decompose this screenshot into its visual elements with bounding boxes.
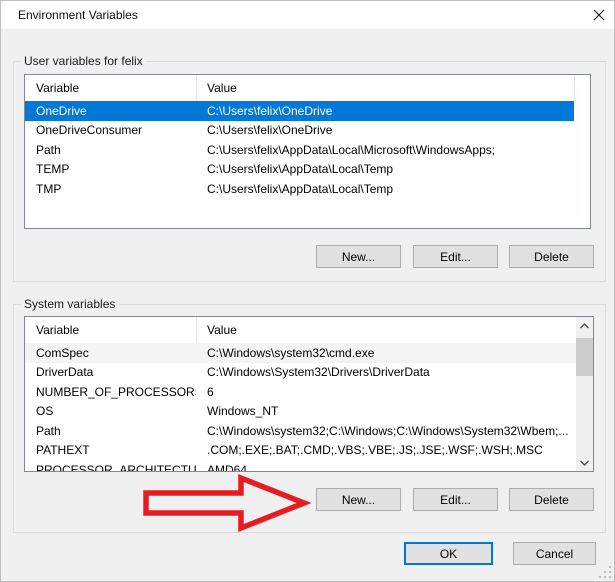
system-table-body: ComSpec C:\Windows\system32\cmd.exe Driv… (25, 343, 593, 472)
table-row[interactable]: DriverData C:\Windows\System32\Drivers\D… (25, 363, 578, 383)
table-row[interactable]: PROCESSOR_ARCHITECTURE AMD64 (25, 460, 578, 472)
variable-cell: PROCESSOR_ARCHITECTURE (25, 463, 196, 472)
close-icon (593, 9, 605, 21)
variable-cell: DriverData (25, 365, 196, 379)
table-row[interactable]: Path C:\Windows\system32;C:\Windows;C:\W… (25, 421, 578, 441)
chevron-down-icon (579, 459, 590, 467)
table-row[interactable]: Path C:\Users\felix\AppData\Local\Micros… (25, 140, 590, 160)
scrollbar-thumb[interactable] (576, 338, 593, 376)
table-row[interactable]: OS Windows_NT (25, 402, 578, 422)
column-divider[interactable] (574, 75, 575, 101)
table-row[interactable]: NUMBER_OF_PROCESSORS 6 (25, 382, 578, 402)
value-cell: C:\Users\felix\AppData\Local\Microsoft\W… (196, 143, 590, 157)
value-cell: C:\Windows\system32\cmd.exe (196, 346, 578, 360)
value-cell: C:\Users\felix\OneDrive (196, 104, 590, 118)
variable-cell: OneDriveConsumer (25, 123, 196, 137)
user-edit-button[interactable]: Edit... (413, 245, 498, 268)
variable-cell: OneDrive (25, 104, 196, 118)
user-new-button[interactable]: New... (316, 245, 401, 268)
column-header-value[interactable]: Value (196, 323, 237, 337)
close-button[interactable] (590, 6, 608, 24)
column-header-value[interactable]: Value (196, 81, 237, 95)
system-variables-label: System variables (21, 297, 118, 311)
user-table-body: OneDrive C:\Users\felix\OneDrive OneDriv… (25, 101, 590, 199)
variable-cell: ComSpec (25, 346, 196, 360)
system-delete-button[interactable]: Delete (509, 488, 594, 511)
variable-cell: TMP (25, 182, 196, 196)
value-cell: AMD64 (196, 463, 578, 472)
variable-cell: Path (25, 424, 196, 438)
table-row[interactable]: OneDrive C:\Users\felix\OneDrive (25, 101, 590, 121)
window-title: Environment Variables (18, 8, 138, 22)
system-variables-table: Variable Value ComSpec C:\Windows\system… (24, 316, 594, 472)
environment-variables-dialog: Environment Variables User variables for… (0, 0, 615, 582)
variable-cell: PATHEXT (25, 443, 196, 457)
chevron-up-icon (579, 322, 590, 330)
table-row[interactable]: ComSpec C:\Windows\system32\cmd.exe (25, 343, 578, 363)
table-row[interactable]: TMP C:\Users\felix\AppData\Local\Temp (25, 179, 590, 199)
user-variables-table: Variable Value OneDrive C:\Users\felix\O… (24, 74, 591, 229)
scroll-down-button[interactable] (576, 454, 593, 471)
cancel-button[interactable]: Cancel (513, 542, 596, 565)
system-new-button[interactable]: New... (316, 488, 401, 511)
value-cell: C:\Users\felix\OneDrive (196, 123, 590, 137)
column-header-variable[interactable]: Variable (25, 323, 196, 337)
column-header-variable[interactable]: Variable (25, 81, 196, 95)
titlebar: Environment Variables (1, 1, 614, 29)
variable-cell: NUMBER_OF_PROCESSORS (25, 385, 196, 399)
user-delete-button[interactable]: Delete (509, 245, 594, 268)
system-edit-button[interactable]: Edit... (413, 488, 498, 511)
value-cell: C:\Users\felix\AppData\Local\Temp (196, 182, 590, 196)
user-table-header: Variable Value (25, 75, 590, 101)
variable-cell: Path (25, 143, 196, 157)
vertical-scrollbar[interactable] (576, 317, 593, 471)
column-divider[interactable] (196, 75, 197, 101)
table-row[interactable]: TEMP C:\Users\felix\AppData\Local\Temp (25, 160, 590, 180)
table-row[interactable]: OneDriveConsumer C:\Users\felix\OneDrive (25, 121, 590, 141)
table-row[interactable]: PATHEXT .COM;.EXE;.BAT;.CMD;.VBS;.VBE;.J… (25, 441, 578, 461)
resize-grip-icon[interactable] (597, 564, 611, 578)
column-divider[interactable] (196, 317, 197, 343)
value-cell: 6 (196, 385, 578, 399)
value-cell: C:\Windows\system32;C:\Windows;C:\Window… (196, 424, 578, 438)
system-table-header: Variable Value (25, 317, 578, 343)
scroll-up-button[interactable] (576, 317, 593, 334)
user-variables-label: User variables for felix (21, 54, 146, 68)
value-cell: Windows_NT (196, 404, 578, 418)
variable-cell: OS (25, 404, 196, 418)
variable-cell: TEMP (25, 162, 196, 176)
value-cell: .COM;.EXE;.BAT;.CMD;.VBS;.VBE;.JS;.JSE;.… (196, 443, 578, 457)
ok-button[interactable]: OK (404, 542, 493, 565)
value-cell: C:\Users\felix\AppData\Local\Temp (196, 162, 590, 176)
value-cell: C:\Windows\System32\Drivers\DriverData (196, 365, 578, 379)
